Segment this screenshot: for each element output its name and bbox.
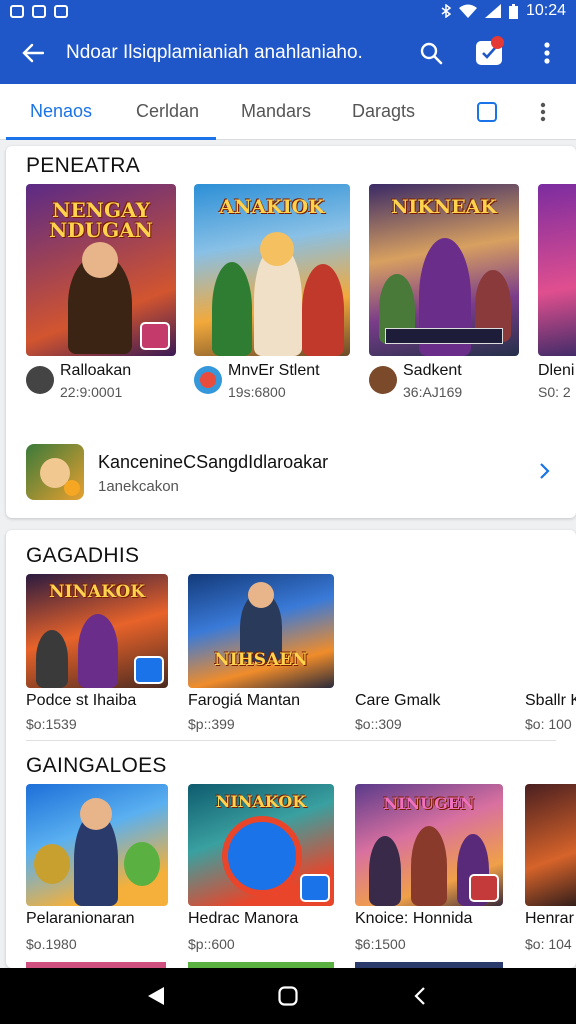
overflow-menu-button[interactable]: [518, 22, 576, 84]
creature-figure: [34, 844, 70, 884]
more-vert-icon: [544, 42, 550, 64]
promo-subtitle: 1anekcakon: [98, 478, 179, 495]
app-thumbnail: NINUGEN: [355, 784, 503, 906]
app-thumbnail: NIKNEAK: [369, 184, 519, 356]
character-figure: [411, 826, 447, 906]
developer-avatar: [369, 366, 397, 394]
app-thumbnail: NIHSAEN: [188, 574, 334, 688]
nav-chevron-left-icon: [414, 987, 425, 1005]
developer-avatar: [26, 366, 54, 394]
app-screen: 10:24 Ndoar Ilsiqplamianiah anahlaniaho.…: [0, 0, 576, 1024]
search-button[interactable]: [402, 22, 460, 84]
notification-icon: [10, 4, 24, 18]
back-button[interactable]: [0, 22, 66, 84]
clock: 10:24: [525, 2, 566, 19]
categories-section: GAGADHIS NINAKOK Podce st Ihaiba $o:1539…: [6, 530, 576, 968]
app-thumbnail: NENGAY NDUGAN: [26, 184, 176, 356]
app-tile[interactable]: NIHSAEN Farogiá Mantan $p::399: [188, 574, 338, 734]
app-tile[interactable]: NINUGEN Knoice: Honnida $6:1500: [355, 784, 505, 964]
badge-icon: [469, 874, 499, 902]
app-tile[interactable]: NENGAY NDUGAN Ralloakan 22:9:0001: [26, 184, 176, 404]
banner-plate: [385, 328, 503, 344]
portal-graphic: [222, 816, 302, 896]
app-tile[interactable]: Care Gmalk $o::309: [355, 574, 505, 734]
notification-icon: [32, 4, 46, 18]
character-head: [260, 232, 294, 266]
notification-badge: [491, 36, 504, 49]
app-bar-title: Ndoar Ilsiqplamianiah anahlaniaho.: [66, 42, 363, 63]
badge-icon: [134, 656, 164, 684]
tab-daragts[interactable]: Daragts: [352, 84, 415, 140]
featured-section: PENEATRA NENGAY NDUGAN Ralloakan 22:9:00…: [6, 146, 576, 518]
promo-title: KancenineCSangdIdlaroakar: [98, 452, 329, 472]
promo-row[interactable]: KancenineCSangdIdlaroakar 1anekcakon: [6, 432, 576, 508]
developer-avatar: [194, 366, 222, 394]
section-title: GAGADHIS: [26, 544, 140, 567]
tab-mandars[interactable]: Mandars: [241, 84, 311, 140]
badge-icon: [300, 874, 330, 902]
arrow-back-icon: [22, 43, 44, 63]
app-tile[interactable]: NIKNEAK Sadkent 36:AJ169: [369, 184, 521, 404]
app-thumbnail: [26, 784, 168, 906]
app-tile[interactable]: NINAKOK Podce st Ihaiba $o:1539: [26, 574, 170, 734]
app-thumbnail: ANAKIOK: [194, 184, 350, 356]
character-figure: [78, 614, 118, 688]
section-title: GAINGALOES: [26, 754, 167, 777]
app-tile[interactable]: ANAKIOK MnvEr Stlent 19s:6800: [194, 184, 352, 404]
tab-cerldan[interactable]: Cerldan: [136, 84, 199, 140]
character-head: [248, 582, 274, 608]
tab-more-icon[interactable]: [540, 102, 546, 122]
tab-bar: Nenaos Cerldan Mandars Daragts: [0, 84, 576, 140]
promo-app-icon: [26, 444, 84, 500]
battery-icon: [508, 3, 518, 19]
wifi-icon: [458, 4, 477, 18]
nav-back-button[interactable]: [136, 976, 176, 1016]
status-bar: 10:24: [0, 0, 576, 22]
app-tile[interactable]: Pelaranionaran $o.1980: [26, 784, 170, 964]
nav-recents-button[interactable]: [400, 976, 440, 1016]
bluetooth-icon: [441, 4, 451, 18]
tab-calendar-icon[interactable]: [477, 102, 497, 122]
app-thumbnail: [525, 784, 576, 906]
notification-icon: [54, 4, 68, 18]
tab-nenaos[interactable]: Nenaos: [5, 84, 217, 140]
chevron-right-icon: [540, 463, 550, 479]
nav-home-icon: [278, 986, 298, 1006]
app-thumbnail: NINAKOK: [188, 784, 334, 906]
app-tile[interactable]: Henrar $o: 104: [525, 784, 576, 964]
section-title: PENEATRA: [26, 154, 141, 177]
app-bar: Ndoar Ilsiqplamianiah anahlaniaho.: [0, 22, 576, 84]
character-figure: [212, 262, 252, 356]
signal-icon: [484, 4, 501, 18]
app-thumbnail: [538, 184, 576, 356]
app-tile[interactable]: NINAKOK Hedrac Manora $p::600: [188, 784, 338, 964]
character-figure: [302, 264, 344, 356]
section-divider: [26, 740, 556, 741]
character-head: [82, 242, 118, 278]
badge-icon: [140, 322, 170, 350]
notifications-button[interactable]: [460, 22, 518, 84]
character-head: [80, 798, 112, 830]
nav-home-button[interactable]: [268, 976, 308, 1016]
character-figure: [369, 836, 401, 906]
search-icon: [420, 42, 443, 65]
character-figure: [36, 630, 68, 688]
nav-back-icon: [148, 987, 164, 1005]
app-tile[interactable]: Sballr K $o: 100: [525, 574, 576, 734]
app-tile[interactable]: Dleni S0: 2: [538, 184, 576, 404]
system-nav-bar: [0, 968, 576, 1024]
creature-figure: [124, 842, 160, 886]
app-thumbnail: NINAKOK: [26, 574, 168, 688]
